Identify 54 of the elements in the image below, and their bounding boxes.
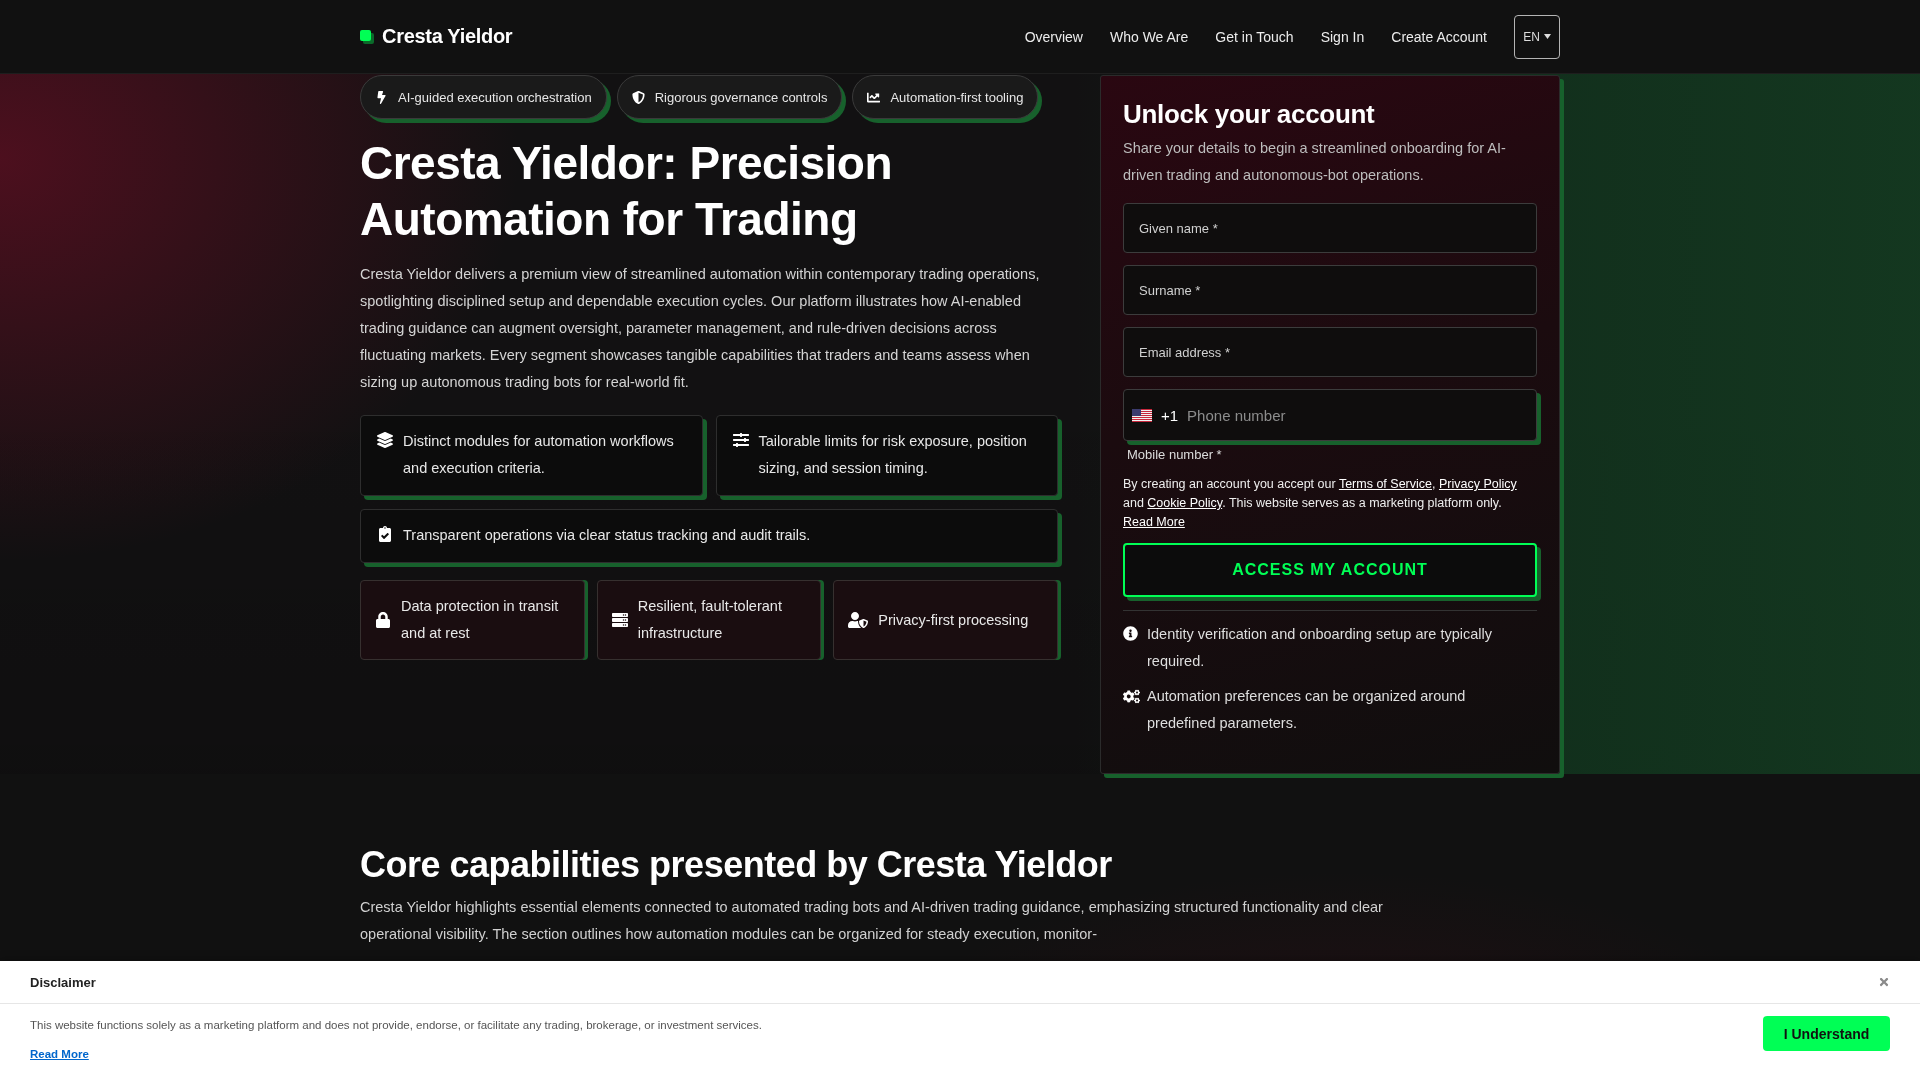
logo-icon (360, 29, 374, 44)
field-label: Mobile number * (1127, 447, 1223, 463)
text-input[interactable]: Email address * (1123, 327, 1537, 377)
flag-icon (1132, 408, 1152, 422)
legal-link[interactable]: Privacy Policy (1438, 477, 1517, 491)
lightning-icon (375, 90, 388, 104)
disclaimer-text: This website functions solely as a marketing platform and does not provide, endorse, or facilitate any trading, brokerage, or investment services. (30, 1018, 762, 1033)
note-text: Identity verification and onboarding setup are typically required. (1147, 625, 1493, 671)
feature-text: Transparent operations via clear status tracking and audit trails. (403, 526, 811, 545)
pill-label: Automation-first tooling (890, 89, 1024, 105)
caret-icon (1543, 34, 1551, 39)
hero-heading: Cresta Yieldor: Precision Automation for Trading (360, 136, 894, 247)
close-icon (1878, 976, 1890, 988)
sliders-icon (732, 432, 749, 448)
close-button[interactable] (1878, 976, 1890, 988)
nav-link[interactable]: Get in Touch (1215, 28, 1294, 45)
legal-link[interactable]: Terms of Service (1338, 477, 1432, 491)
text-input[interactable]: Given name * (1123, 203, 1537, 253)
pill-label: Rigorous governance controls (654, 89, 828, 105)
assurance-text: Data protection in transit and at rest (401, 597, 560, 643)
language-selector[interactable]: EN (1514, 14, 1560, 59)
layers-icon (377, 432, 393, 448)
section-description: Cresta Yieldor highlights essential elements connected to automated trading bots and AI-driven trading guidance, emphasizing structured functionality and clear operational visibility. The section outlines how automation modules can be organized for steady execution, monitor- (360, 898, 1384, 944)
assurance-text: Privacy-first processing (878, 610, 1029, 630)
hero-description: Cresta Yieldor delivers a premium view of streamlined automation within contemporary trading operations, spotlighting disciplined setup and dependable execution cycles. Our platform illustrates how AI-enabled trading guidance can augment oversight, parameter management, and rule-driven decisions across fluctuating markets. Every segment showcases tangible capabilities that traders and teams assess when sizing up autonomous trading bots for real-world fit. (360, 265, 1041, 392)
consent-text: By creating an account you accept our Terms of Service, Privacy Policy and Cookie Policy. This website serves as a marketing platform only. Read More (1123, 476, 1518, 531)
nav-link[interactable]: Create Account (1391, 28, 1487, 45)
country-code-selector[interactable]: +1 (1132, 406, 1186, 424)
feature-text: Distinct modules for automation workflows and execution criteria. (403, 432, 675, 478)
accept-button[interactable]: I Understand (1763, 1016, 1890, 1051)
nav-link[interactable]: Overview (1024, 28, 1083, 45)
section-heading: Core capabilities presented by Cresta Yieldor (360, 843, 1113, 887)
legal-link[interactable]: Read More (1123, 515, 1185, 529)
phone-number-input[interactable]: Phone number (1185, 390, 1528, 440)
info-icon (1123, 626, 1138, 641)
text-input[interactable]: Surname * (1123, 265, 1537, 315)
gears-icon (1123, 688, 1140, 705)
pill-label: AI-guided execution orchestration (398, 89, 592, 105)
clipboard-check-icon (377, 526, 393, 542)
server-icon (611, 612, 628, 628)
shield-icon (631, 90, 645, 104)
note-text: Automation preferences can be organized around predefined parameters. (1147, 687, 1467, 733)
line-chart-icon (867, 90, 881, 104)
assurance-text: Resilient, fault-tolerant infrastructure (637, 597, 783, 643)
form-heading: Unlock your account (1123, 98, 1376, 131)
nav-link[interactable]: Who We Are (1110, 28, 1189, 45)
feature-text: Tailorable limits for risk exposure, position sizing, and session timing. (758, 432, 1028, 478)
read-more-link[interactable]: Read More (30, 1045, 89, 1063)
user-shield-icon (848, 610, 869, 630)
banner-title: Disclaimer (30, 974, 96, 990)
form-description: Share your details to begin a streamlined onboarding for AI-driven trading and autonomous-bot operations. (1123, 139, 1507, 185)
nav-link[interactable]: Sign In (1320, 28, 1365, 45)
brand-logo[interactable]: Cresta Yieldor (360, 25, 513, 48)
lock-icon (375, 612, 391, 628)
